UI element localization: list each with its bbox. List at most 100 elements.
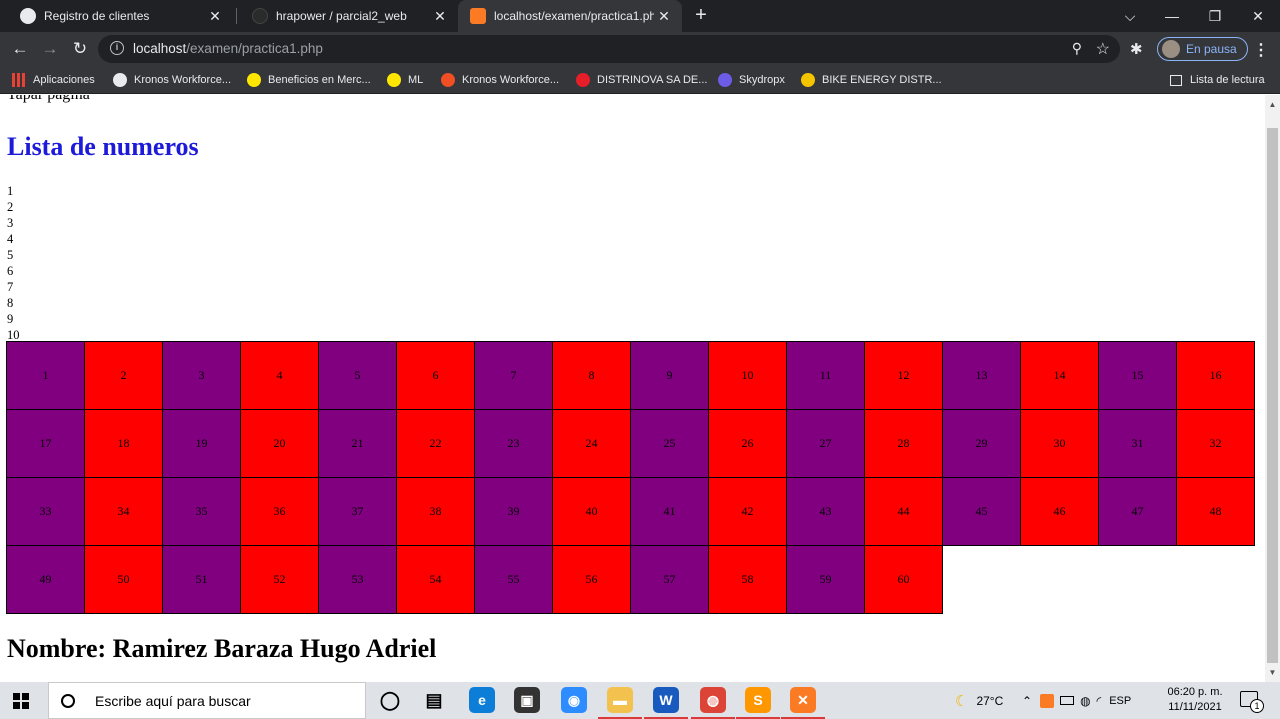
- tray-icons[interactable]: ⌃ ◍ ◜ ESP: [1022, 682, 1131, 719]
- bookmark-label: Kronos Workforce...: [134, 74, 231, 86]
- grid-cell: 32: [1176, 409, 1255, 478]
- grid-cell: 16: [1176, 341, 1255, 410]
- skydropx-icon: [718, 73, 732, 87]
- clock[interactable]: 06:20 p. m. 11/11/2021: [1163, 685, 1227, 715]
- grid-cell: 43: [786, 477, 865, 546]
- grid-cell: 55: [474, 545, 553, 614]
- mercadolibre-icon: [387, 73, 401, 87]
- grid-cell: 14: [1020, 341, 1099, 410]
- chevron-up-icon[interactable]: ⌃: [1022, 694, 1032, 708]
- close-icon[interactable]: ✕: [654, 6, 674, 26]
- list-item: 5: [7, 248, 14, 262]
- bookmark-beneficios[interactable]: Beneficios en Merc...: [247, 66, 371, 94]
- number-list: 1 2 3 4 5 6 7 8 9 10: [7, 183, 20, 343]
- close-window-button[interactable]: ✕: [1236, 0, 1280, 32]
- grid-cell: 10: [708, 341, 787, 410]
- bookmark-aplicaciones[interactable]: Aplicaciones: [12, 66, 95, 94]
- grid-cell: 34: [84, 477, 163, 546]
- grid-cell: 4: [240, 341, 319, 410]
- mercadolibre-icon: [247, 73, 261, 87]
- bookmark-distrinova[interactable]: DISTRINOVA SA DE...: [576, 66, 707, 94]
- grid-cell: 15: [1098, 341, 1177, 410]
- grid-cell: 52: [240, 545, 319, 614]
- scroll-up-arrow-icon[interactable]: ▲: [1265, 97, 1280, 112]
- list-item: 1: [7, 184, 14, 198]
- avatar: [1162, 40, 1180, 58]
- wifi-icon[interactable]: ◜: [1097, 694, 1102, 708]
- sublime-icon[interactable]: S: [745, 687, 771, 713]
- grid-cell: 9: [630, 341, 709, 410]
- grid-cell: 47: [1098, 477, 1177, 546]
- grid-cell: 23: [474, 409, 553, 478]
- zoom-icon[interactable]: ⚲: [1072, 40, 1082, 57]
- edge-icon[interactable]: e: [469, 687, 495, 713]
- bookmark-label: BIKE ENERGY DISTR...: [822, 74, 942, 86]
- zoom-icon[interactable]: ◉: [561, 687, 587, 713]
- language-indicator[interactable]: ESP: [1109, 695, 1131, 707]
- grid-cell: 13: [942, 341, 1021, 410]
- scrollbar-thumb[interactable]: [1267, 128, 1278, 663]
- store-icon[interactable]: ▣: [514, 687, 540, 713]
- grid-cell: 58: [708, 545, 787, 614]
- tab-title: hrapower / parcial2_web: [276, 9, 407, 23]
- clock-date: 11/11/2021: [1168, 701, 1222, 713]
- taskbar-search-box[interactable]: Escribe aquí para buscar: [48, 682, 366, 719]
- grid-cell: 6: [396, 341, 475, 410]
- cut-off-text: Tapar página: [7, 95, 90, 104]
- chrome-menu-icon[interactable]: ⋮: [1253, 40, 1269, 60]
- close-icon[interactable]: ✕: [205, 6, 225, 26]
- network-icon[interactable]: ◍: [1080, 694, 1090, 708]
- list-item: 7: [7, 280, 14, 294]
- word-icon[interactable]: W: [653, 687, 679, 713]
- tab-practica1[interactable]: localhost/examen/practica1.php ✕: [458, 0, 682, 32]
- tab-search-button[interactable]: ⌵: [1108, 0, 1152, 32]
- restore-button[interactable]: ❐: [1193, 0, 1237, 32]
- new-tab-button[interactable]: +: [690, 5, 712, 27]
- bookmark-ml[interactable]: ML: [387, 66, 423, 94]
- extensions-icon[interactable]: ✱: [1130, 40, 1143, 58]
- search-icon: [58, 690, 78, 711]
- info-icon[interactable]: i: [110, 41, 124, 55]
- reading-list-button[interactable]: Lista de lectura: [1170, 66, 1265, 94]
- reload-button[interactable]: ↻: [68, 37, 92, 61]
- forward-button[interactable]: →: [38, 37, 62, 61]
- grid-cell: 11: [786, 341, 865, 410]
- weather-widget[interactable]: ☾ 27°C: [955, 682, 1003, 719]
- bookmark-skydropx[interactable]: Skydropx: [718, 66, 785, 94]
- chrome-icon[interactable]: ◍: [700, 687, 726, 713]
- minimize-button[interactable]: —: [1150, 0, 1194, 32]
- page-scrollbar[interactable]: ▲ ▼: [1265, 95, 1280, 682]
- back-button[interactable]: ←: [8, 37, 32, 61]
- task-view-icon[interactable]: ◯: [377, 687, 403, 713]
- bookmark-star-icon[interactable]: ☆: [1096, 39, 1110, 59]
- explorer-icon[interactable]: ▬: [607, 687, 633, 713]
- xampp-icon[interactable]: ✕: [790, 687, 816, 713]
- profile-button[interactable]: En pausa: [1157, 37, 1248, 61]
- browser-toolbar: ← → ↻ i localhost/examen/practica1.php ⚲…: [0, 32, 1280, 66]
- address-bar[interactable]: i localhost/examen/practica1.php ⚲ ☆: [98, 35, 1120, 63]
- close-icon[interactable]: ✕: [430, 6, 450, 26]
- grid-cell: 25: [630, 409, 709, 478]
- widgets-icon[interactable]: ▤: [421, 687, 447, 713]
- kronos-icon: [113, 73, 127, 87]
- bookmark-kronos-1[interactable]: Kronos Workforce...: [113, 66, 231, 94]
- github-icon: [252, 8, 268, 24]
- tab-registro-clientes[interactable]: Registro de clientes ✕: [8, 0, 233, 32]
- bookmark-label: Aplicaciones: [33, 74, 95, 86]
- tab-parcial2-web[interactable]: hrapower / parcial2_web ✕: [240, 0, 458, 32]
- grid-cell: 12: [864, 341, 943, 410]
- scroll-down-arrow-icon[interactable]: ▼: [1265, 665, 1280, 680]
- bookmark-bike-energy[interactable]: BIKE ENERGY DISTR...: [801, 66, 942, 94]
- bookmark-label: Beneficios en Merc...: [268, 74, 371, 86]
- weather-temp: 27°C: [976, 693, 1004, 708]
- windows-start-icon[interactable]: [13, 693, 29, 709]
- url-text[interactable]: localhost/examen/practica1.php: [133, 41, 323, 56]
- bike-energy-icon: [801, 73, 815, 87]
- grid-cell: 29: [942, 409, 1021, 478]
- search-placeholder: Escribe aquí para buscar: [95, 692, 251, 709]
- xampp-tray-icon[interactable]: [1040, 693, 1055, 708]
- battery-icon[interactable]: [1060, 696, 1075, 705]
- list-item: 8: [7, 296, 14, 310]
- bookmark-kronos-2[interactable]: Kronos Workforce...: [441, 66, 559, 94]
- grid-cell: 36: [240, 477, 319, 546]
